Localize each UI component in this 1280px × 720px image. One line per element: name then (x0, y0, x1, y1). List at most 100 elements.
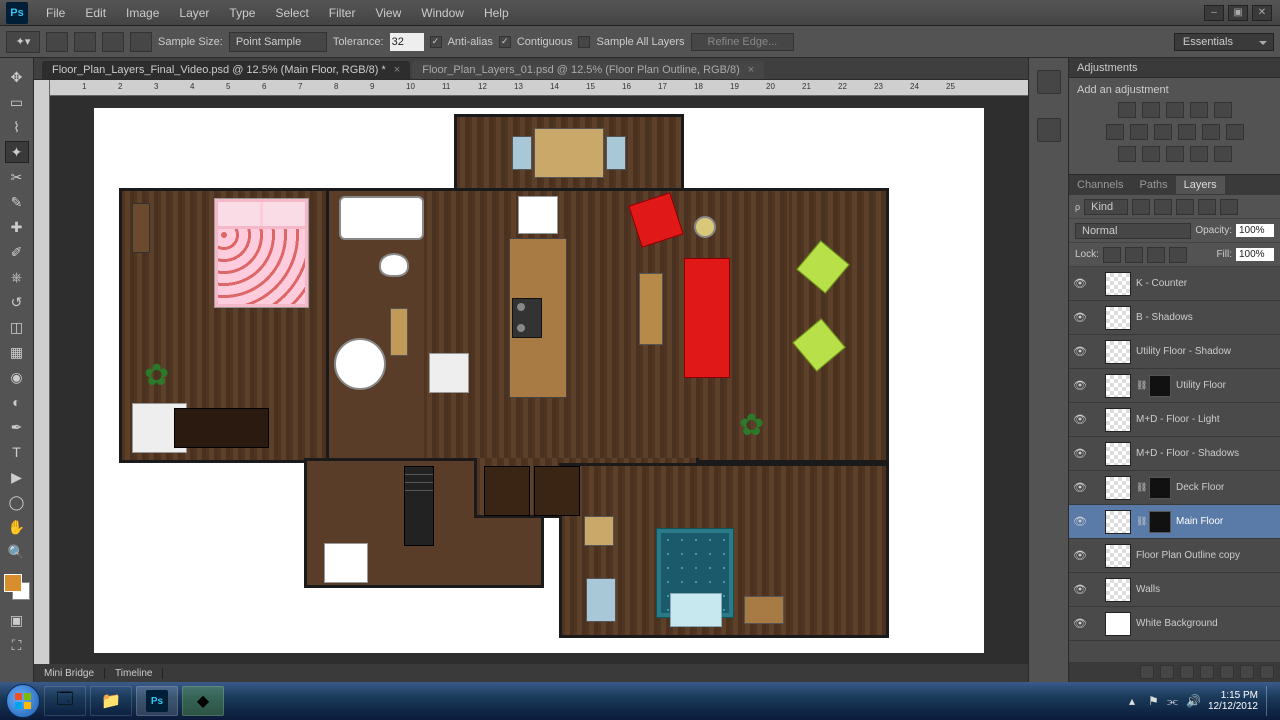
adj-vibrance-icon[interactable] (1214, 102, 1232, 118)
history-brush-tool[interactable]: ↺ (5, 291, 29, 313)
close-icon[interactable]: × (394, 64, 400, 76)
path-selection-tool[interactable]: ▶ (5, 466, 29, 488)
layer-name-label[interactable]: Walls (1136, 584, 1160, 595)
adj-colorlookup-icon[interactable] (1226, 124, 1244, 140)
filter-smart-icon[interactable] (1220, 199, 1238, 215)
layer-name-label[interactable]: B - Shadows (1136, 312, 1193, 323)
filter-type-icon[interactable] (1176, 199, 1194, 215)
layer-thumbnail[interactable] (1105, 340, 1131, 364)
visibility-toggle[interactable]: 👁 (1073, 515, 1087, 529)
blend-mode-select[interactable]: Normal (1075, 223, 1191, 239)
layer-row[interactable]: 👁 K - Counter (1069, 267, 1280, 301)
layer-thumbnail[interactable] (1105, 374, 1131, 398)
lock-all-icon[interactable] (1169, 247, 1187, 263)
layer-row[interactable]: 👁White Background (1069, 607, 1280, 641)
layer-filter-kind[interactable]: Kind (1084, 199, 1128, 215)
layer-row[interactable]: 👁 Walls (1069, 573, 1280, 607)
layer-row[interactable]: 👁M+D - Floor - Shadows (1069, 437, 1280, 471)
layer-row[interactable]: 👁⛓Utility Floor (1069, 369, 1280, 403)
tray-network-icon[interactable]: ⫘ (1167, 694, 1181, 708)
visibility-toggle[interactable]: 👁 (1073, 345, 1087, 359)
pen-tool[interactable]: ✒ (5, 416, 29, 438)
document-tab-active[interactable]: Floor_Plan_Layers_Final_Video.psd @ 12.5… (42, 61, 410, 79)
menu-help[interactable]: Help (474, 2, 519, 24)
channels-tab[interactable]: Channels (1069, 176, 1131, 194)
stamp-tool[interactable]: ⎈ (5, 266, 29, 288)
layer-mask-thumbnail[interactable] (1149, 477, 1171, 499)
visibility-toggle[interactable]: 👁 (1073, 549, 1087, 563)
visibility-toggle[interactable]: 👁 (1073, 413, 1087, 427)
link-icon[interactable]: ⛓ (1136, 380, 1144, 391)
sample-size-select[interactable]: Point Sample (229, 32, 327, 52)
new-group-icon[interactable] (1220, 665, 1234, 679)
adj-exposure-icon[interactable] (1190, 102, 1208, 118)
delete-layer-icon[interactable] (1260, 665, 1274, 679)
timeline-tab[interactable]: Timeline (105, 668, 163, 679)
layer-name-label[interactable]: Deck Floor (1176, 482, 1224, 493)
opacity-input[interactable]: 100% (1236, 224, 1274, 237)
adj-brightness-icon[interactable] (1118, 102, 1136, 118)
show-desktop-button[interactable] (1266, 686, 1274, 716)
visibility-toggle[interactable]: 👁 (1073, 583, 1087, 597)
history-panel-icon[interactable] (1037, 70, 1061, 94)
layer-name-label[interactable]: White Background (1136, 618, 1218, 629)
layer-thumbnail[interactable] (1105, 442, 1131, 466)
menu-window[interactable]: Window (411, 2, 474, 24)
layer-thumbnail[interactable] (1105, 272, 1131, 296)
magic-wand-tool[interactable]: ✦ (5, 141, 29, 163)
adjustments-panel-tab[interactable]: Adjustments (1069, 58, 1280, 78)
link-icon[interactable]: ⛓ (1136, 482, 1144, 493)
tool-preset-picker[interactable]: ✦▾ (6, 31, 40, 53)
adj-bw-icon[interactable] (1154, 124, 1172, 140)
close-button[interactable]: ✕ (1252, 5, 1272, 21)
adj-channelmixer-icon[interactable] (1202, 124, 1220, 140)
layer-row[interactable]: 👁 Utility Floor - Shadow (1069, 335, 1280, 369)
visibility-toggle[interactable]: 👁 (1073, 447, 1087, 461)
canvas[interactable] (94, 108, 984, 653)
layers-tab[interactable]: Layers (1176, 176, 1225, 194)
lasso-tool[interactable]: ⌇ (5, 116, 29, 138)
foreground-color[interactable] (4, 574, 22, 592)
layer-thumbnail[interactable] (1105, 408, 1131, 432)
properties-panel-icon[interactable] (1037, 118, 1061, 142)
layer-list[interactable]: 👁 K - Counter 👁 B - Shadows 👁 Utility Floor -… (1069, 267, 1280, 662)
layer-thumbnail[interactable] (1105, 578, 1131, 602)
layer-name-label[interactable]: Utility Floor (1176, 380, 1226, 391)
close-icon[interactable]: × (748, 64, 754, 76)
workspace-switcher[interactable]: Essentials (1174, 33, 1274, 51)
taskbar-explorer[interactable]: 🗔 (44, 686, 86, 716)
visibility-toggle[interactable]: 👁 (1073, 311, 1087, 325)
adj-hue-icon[interactable] (1106, 124, 1124, 140)
adj-curves-icon[interactable] (1166, 102, 1184, 118)
visibility-toggle[interactable]: 👁 (1073, 481, 1087, 495)
new-fill-adjustment-icon[interactable] (1200, 665, 1214, 679)
filter-shape-icon[interactable] (1198, 199, 1216, 215)
layer-thumbnail[interactable] (1105, 544, 1131, 568)
visibility-toggle[interactable]: 👁 (1073, 277, 1087, 291)
layer-mask-thumbnail[interactable] (1149, 375, 1171, 397)
adj-invert-icon[interactable] (1118, 146, 1136, 162)
clock[interactable]: 1:15 PM 12/12/2012 (1208, 690, 1258, 712)
link-icon[interactable]: ⛓ (1136, 516, 1144, 527)
layer-mask-icon[interactable] (1180, 665, 1194, 679)
menu-filter[interactable]: Filter (319, 2, 366, 24)
taskbar-photoshop[interactable]: Ps (136, 686, 178, 716)
layer-thumbnail[interactable] (1105, 612, 1131, 636)
filter-pixel-icon[interactable] (1132, 199, 1150, 215)
mini-bridge-tab[interactable]: Mini Bridge (34, 668, 105, 679)
refine-edge-button[interactable]: Refine Edge... (691, 33, 795, 51)
link-layers-icon[interactable] (1140, 665, 1154, 679)
layer-name-label[interactable]: K - Counter (1136, 278, 1187, 289)
filter-adjust-icon[interactable] (1154, 199, 1172, 215)
eraser-tool[interactable]: ◫ (5, 316, 29, 338)
adj-gradientmap-icon[interactable] (1190, 146, 1208, 162)
taskbar-app[interactable]: ◆ (182, 686, 224, 716)
lock-transparency-icon[interactable] (1103, 247, 1121, 263)
zoom-tool[interactable]: 🔍 (5, 541, 29, 563)
menu-view[interactable]: View (365, 2, 411, 24)
move-tool[interactable]: ✥ (5, 66, 29, 88)
layer-name-label[interactable]: Utility Floor - Shadow (1136, 346, 1231, 357)
anti-alias-checkbox[interactable]: ✓ (430, 36, 442, 48)
ruler-horizontal[interactable]: 0123456789101112131415161718192021222324… (50, 80, 1028, 96)
layer-thumbnail[interactable] (1105, 476, 1131, 500)
